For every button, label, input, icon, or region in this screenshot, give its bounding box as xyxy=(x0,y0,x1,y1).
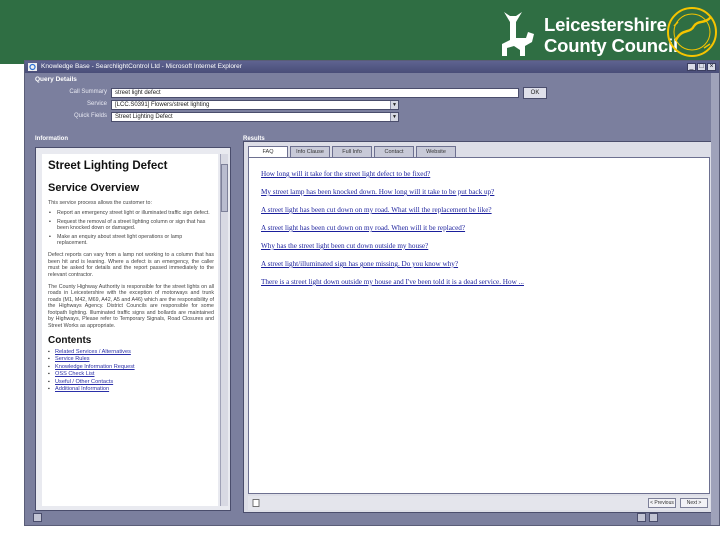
close-button[interactable]: × xyxy=(707,63,716,71)
information-scroll-thumb[interactable] xyxy=(221,164,228,212)
service-select[interactable]: [LCC.S0391] Flowers/street lighting ▼ xyxy=(111,100,399,110)
contents-item[interactable]: Additional Information xyxy=(48,386,214,394)
info-title: Street Lighting Defect xyxy=(48,160,168,172)
contents-item[interactable]: OSS Check List xyxy=(48,371,214,379)
overview-bullets: Report an emergency street light or illu… xyxy=(48,210,214,246)
faq-link[interactable]: My street lamp has been knocked down. Ho… xyxy=(261,188,494,196)
contents-item[interactable]: Knowledge Information Request xyxy=(48,364,214,372)
overview-bullet: Request the removal of a street lighting… xyxy=(48,219,214,232)
browser-window: Knowledge Base - SearchlightControl Ltd … xyxy=(24,60,720,526)
overview-paragraph-2: The County Highway Authority is responsi… xyxy=(48,284,214,329)
council-name-line1: Leicestershire xyxy=(544,14,667,35)
contents-link[interactable]: Related Services / Alternatives xyxy=(55,349,131,355)
window-menu-icon[interactable] xyxy=(33,513,42,522)
results-content: How long will it take for the street lig… xyxy=(248,157,710,494)
previous-button[interactable]: < Previous xyxy=(648,498,676,508)
scroll-left-icon[interactable] xyxy=(637,513,646,522)
query-details-label: Query Details xyxy=(35,76,77,83)
tab-contact[interactable]: Contact xyxy=(374,146,414,157)
faq-link[interactable]: There is a street light down outside my … xyxy=(261,278,524,286)
tab-info-clause[interactable]: Info Clause xyxy=(290,146,330,157)
contents-list: Related Services / Alternatives Service … xyxy=(48,349,214,394)
overview-bullet: Make an enquiry about street light opera… xyxy=(48,234,214,247)
quick-fields-select-value: Street Lighting Defect xyxy=(115,114,173,120)
window-title: Knowledge Base - SearchlightControl Ltd … xyxy=(41,63,242,70)
window-titlebar: Knowledge Base - SearchlightControl Ltd … xyxy=(25,61,719,73)
information-label: Information xyxy=(35,136,68,142)
contents-link[interactable]: Useful / Other Contacts xyxy=(55,379,113,385)
contents-link[interactable]: Knowledge Information Request xyxy=(55,364,135,370)
council-logo: Leicestershire County Council xyxy=(494,7,720,60)
chevron-down-icon[interactable]: ▼ xyxy=(390,101,398,109)
minimize-button[interactable]: _ xyxy=(687,63,696,71)
tab-website[interactable]: Website xyxy=(416,146,456,157)
scroll-right-icon[interactable] xyxy=(649,513,658,522)
excellent-council-seal-icon xyxy=(667,7,717,57)
faq-link[interactable]: How long will it take for the street lig… xyxy=(261,170,430,178)
ok-button[interactable]: OK xyxy=(523,87,547,99)
next-button[interactable]: Next > xyxy=(680,498,708,508)
page-icon xyxy=(252,499,260,507)
contents-link[interactable]: Service Rules xyxy=(55,356,90,362)
contents-item[interactable]: Service Rules xyxy=(48,356,214,364)
service-select-value: [LCC.S0391] Flowers/street lighting xyxy=(115,102,210,108)
internet-explorer-icon xyxy=(28,63,37,71)
information-scrollbar[interactable] xyxy=(220,154,228,506)
faq-link[interactable]: A street light has been cut down on my r… xyxy=(261,224,465,232)
information-content: Street Lighting Defect Service Overview … xyxy=(42,154,218,506)
faq-link[interactable]: A street light/illuminated sign has gone… xyxy=(261,260,458,268)
overview-paragraph-1: Defect reports can vary from a lamp not … xyxy=(48,252,214,278)
maximize-button[interactable]: □ xyxy=(697,63,706,71)
quick-fields-label: Quick Fields xyxy=(73,113,107,119)
results-panel: FAQ Info Clause Full Info Contact Websit… xyxy=(243,141,715,513)
contents-item[interactable]: Related Services / Alternatives xyxy=(48,349,214,357)
fox-emblem-icon xyxy=(502,12,534,56)
contents-heading: Contents xyxy=(48,334,92,346)
overview-intro: This service process allows the customer… xyxy=(48,200,152,206)
overview-bullet: Report an emergency street light or illu… xyxy=(48,210,214,217)
slide-header-band: Leicestershire County Council xyxy=(0,0,720,64)
service-overview-heading: Service Overview xyxy=(48,182,140,194)
faq-link[interactable]: A street light has been cut down on my r… xyxy=(261,206,492,214)
window-scrollbar[interactable] xyxy=(711,73,719,525)
quick-fields-select[interactable]: Street Lighting Defect ▼ xyxy=(111,112,399,122)
call-summary-input[interactable]: street light defect xyxy=(111,88,519,98)
contents-link[interactable]: OSS Check List xyxy=(55,371,94,377)
chevron-down-icon[interactable]: ▼ xyxy=(390,113,398,121)
council-name-line2: County Council xyxy=(544,35,678,56)
call-summary-label: Call Summary xyxy=(69,89,107,95)
contents-link[interactable]: Additional Information xyxy=(55,386,109,392)
service-label: Service xyxy=(86,101,107,107)
tab-full-info[interactable]: Full Info xyxy=(332,146,372,157)
council-name: Leicestershire County Council xyxy=(544,14,678,56)
contents-item[interactable]: Useful / Other Contacts xyxy=(48,379,214,387)
results-statusbar: < Previous Next > xyxy=(248,496,710,510)
faq-link[interactable]: Why has the street light been cut down o… xyxy=(261,242,428,250)
information-panel: Street Lighting Defect Service Overview … xyxy=(35,147,231,511)
